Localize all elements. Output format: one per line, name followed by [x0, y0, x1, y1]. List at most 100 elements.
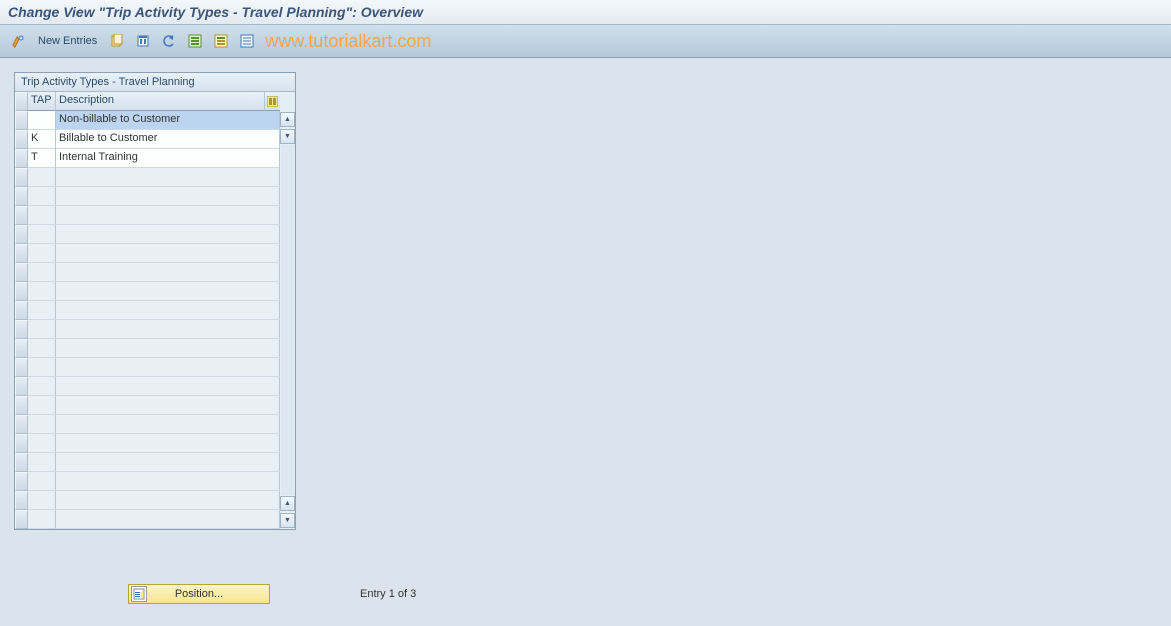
cell-tap[interactable] [28, 282, 56, 301]
row-selector[interactable] [15, 415, 28, 434]
cell-tap[interactable]: K [28, 130, 56, 149]
cell-desc[interactable] [56, 263, 280, 282]
header-row-selector[interactable] [15, 92, 28, 111]
row-selector[interactable] [15, 377, 28, 396]
row-selector[interactable] [15, 358, 28, 377]
row-selector[interactable] [15, 206, 28, 225]
vertical-scrollbar[interactable]: ▲ ▼ ▲ ▼ [280, 92, 295, 529]
undo-icon[interactable] [159, 31, 179, 51]
table-row-empty [15, 339, 280, 358]
cell-desc[interactable] [56, 377, 280, 396]
scroll-up2-icon[interactable]: ▲ [280, 496, 295, 511]
cell-desc[interactable] [56, 282, 280, 301]
select-block-icon[interactable] [211, 31, 231, 51]
cell-desc[interactable] [56, 453, 280, 472]
table-row-empty [15, 282, 280, 301]
scroll-down2-icon[interactable]: ▼ [280, 513, 295, 528]
row-selector[interactable] [15, 244, 28, 263]
row-selector[interactable] [15, 472, 28, 491]
scroll-up-icon[interactable]: ▲ [280, 112, 295, 127]
row-selector[interactable] [15, 225, 28, 244]
col-header-tap[interactable]: TAP [28, 92, 56, 111]
cell-desc[interactable] [56, 301, 280, 320]
position-icon [131, 586, 147, 602]
table-row-empty [15, 491, 280, 510]
scroll-down-icon[interactable]: ▼ [280, 129, 295, 144]
cell-tap[interactable] [28, 434, 56, 453]
cell-desc[interactable] [56, 206, 280, 225]
cell-desc[interactable] [56, 396, 280, 415]
cell-desc[interactable]: Internal Training [56, 149, 280, 168]
row-selector[interactable] [15, 453, 28, 472]
page-title: Change View "Trip Activity Types - Trave… [0, 0, 1171, 25]
cell-desc[interactable] [56, 225, 280, 244]
cell-tap[interactable] [28, 377, 56, 396]
row-selector[interactable] [15, 396, 28, 415]
table-row-empty [15, 168, 280, 187]
cell-tap[interactable] [28, 415, 56, 434]
grid: TAP Description Non-billable to Customer… [15, 92, 295, 529]
delete-icon[interactable] [133, 31, 153, 51]
row-selector[interactable] [15, 434, 28, 453]
row-selector[interactable] [15, 491, 28, 510]
cell-tap[interactable] [28, 491, 56, 510]
table-row-empty [15, 377, 280, 396]
cell-desc[interactable] [56, 491, 280, 510]
cell-tap[interactable] [28, 187, 56, 206]
row-selector[interactable] [15, 510, 28, 529]
cell-tap[interactable] [28, 510, 56, 529]
deselect-all-icon[interactable] [237, 31, 257, 51]
row-selector[interactable] [15, 187, 28, 206]
cell-desc[interactable] [56, 415, 280, 434]
select-all-icon[interactable] [185, 31, 205, 51]
cell-tap[interactable] [28, 339, 56, 358]
cell-tap[interactable] [28, 244, 56, 263]
row-selector[interactable] [15, 301, 28, 320]
toggle-icon[interactable] [8, 31, 28, 51]
cell-tap[interactable] [28, 111, 56, 130]
table-row: TInternal Training [15, 149, 280, 168]
cell-tap[interactable] [28, 301, 56, 320]
cell-tap[interactable]: T [28, 149, 56, 168]
cell-desc[interactable] [56, 358, 280, 377]
cell-desc[interactable] [56, 434, 280, 453]
row-selector[interactable] [15, 130, 28, 149]
cell-desc[interactable]: Non-billable to Customer [56, 111, 280, 130]
row-selector[interactable] [15, 282, 28, 301]
position-button[interactable]: Position... [128, 584, 270, 604]
cell-tap[interactable] [28, 472, 56, 491]
cell-desc[interactable] [56, 320, 280, 339]
cell-tap[interactable] [28, 358, 56, 377]
content-area: Trip Activity Types - Travel Planning TA… [0, 58, 1171, 530]
cell-desc[interactable] [56, 187, 280, 206]
cell-tap[interactable] [28, 206, 56, 225]
table-row-empty [15, 187, 280, 206]
col-header-desc[interactable]: Description [56, 92, 265, 111]
table-row-empty [15, 434, 280, 453]
copy-icon[interactable] [107, 31, 127, 51]
row-selector[interactable] [15, 111, 28, 130]
cell-desc[interactable] [56, 339, 280, 358]
cell-desc[interactable]: Billable to Customer [56, 130, 280, 149]
cell-tap[interactable] [28, 453, 56, 472]
row-selector[interactable] [15, 339, 28, 358]
row-selector[interactable] [15, 168, 28, 187]
row-selector[interactable] [15, 263, 28, 282]
cell-desc[interactable] [56, 168, 280, 187]
cell-tap[interactable] [28, 320, 56, 339]
new-entries-button[interactable]: New Entries [34, 33, 101, 49]
watermark-text: www.tutorialkart.com [265, 31, 431, 52]
cell-tap[interactable] [28, 396, 56, 415]
table-row-empty [15, 244, 280, 263]
cell-desc[interactable] [56, 244, 280, 263]
cell-tap[interactable] [28, 225, 56, 244]
toolbar: New Entries www.tutorialkart.com [0, 25, 1171, 58]
cell-tap[interactable] [28, 168, 56, 187]
row-selector[interactable] [15, 149, 28, 168]
scroll-track[interactable] [281, 145, 294, 495]
table-settings-icon[interactable] [265, 92, 280, 111]
cell-tap[interactable] [28, 263, 56, 282]
cell-desc[interactable] [56, 472, 280, 491]
cell-desc[interactable] [56, 510, 280, 529]
row-selector[interactable] [15, 320, 28, 339]
